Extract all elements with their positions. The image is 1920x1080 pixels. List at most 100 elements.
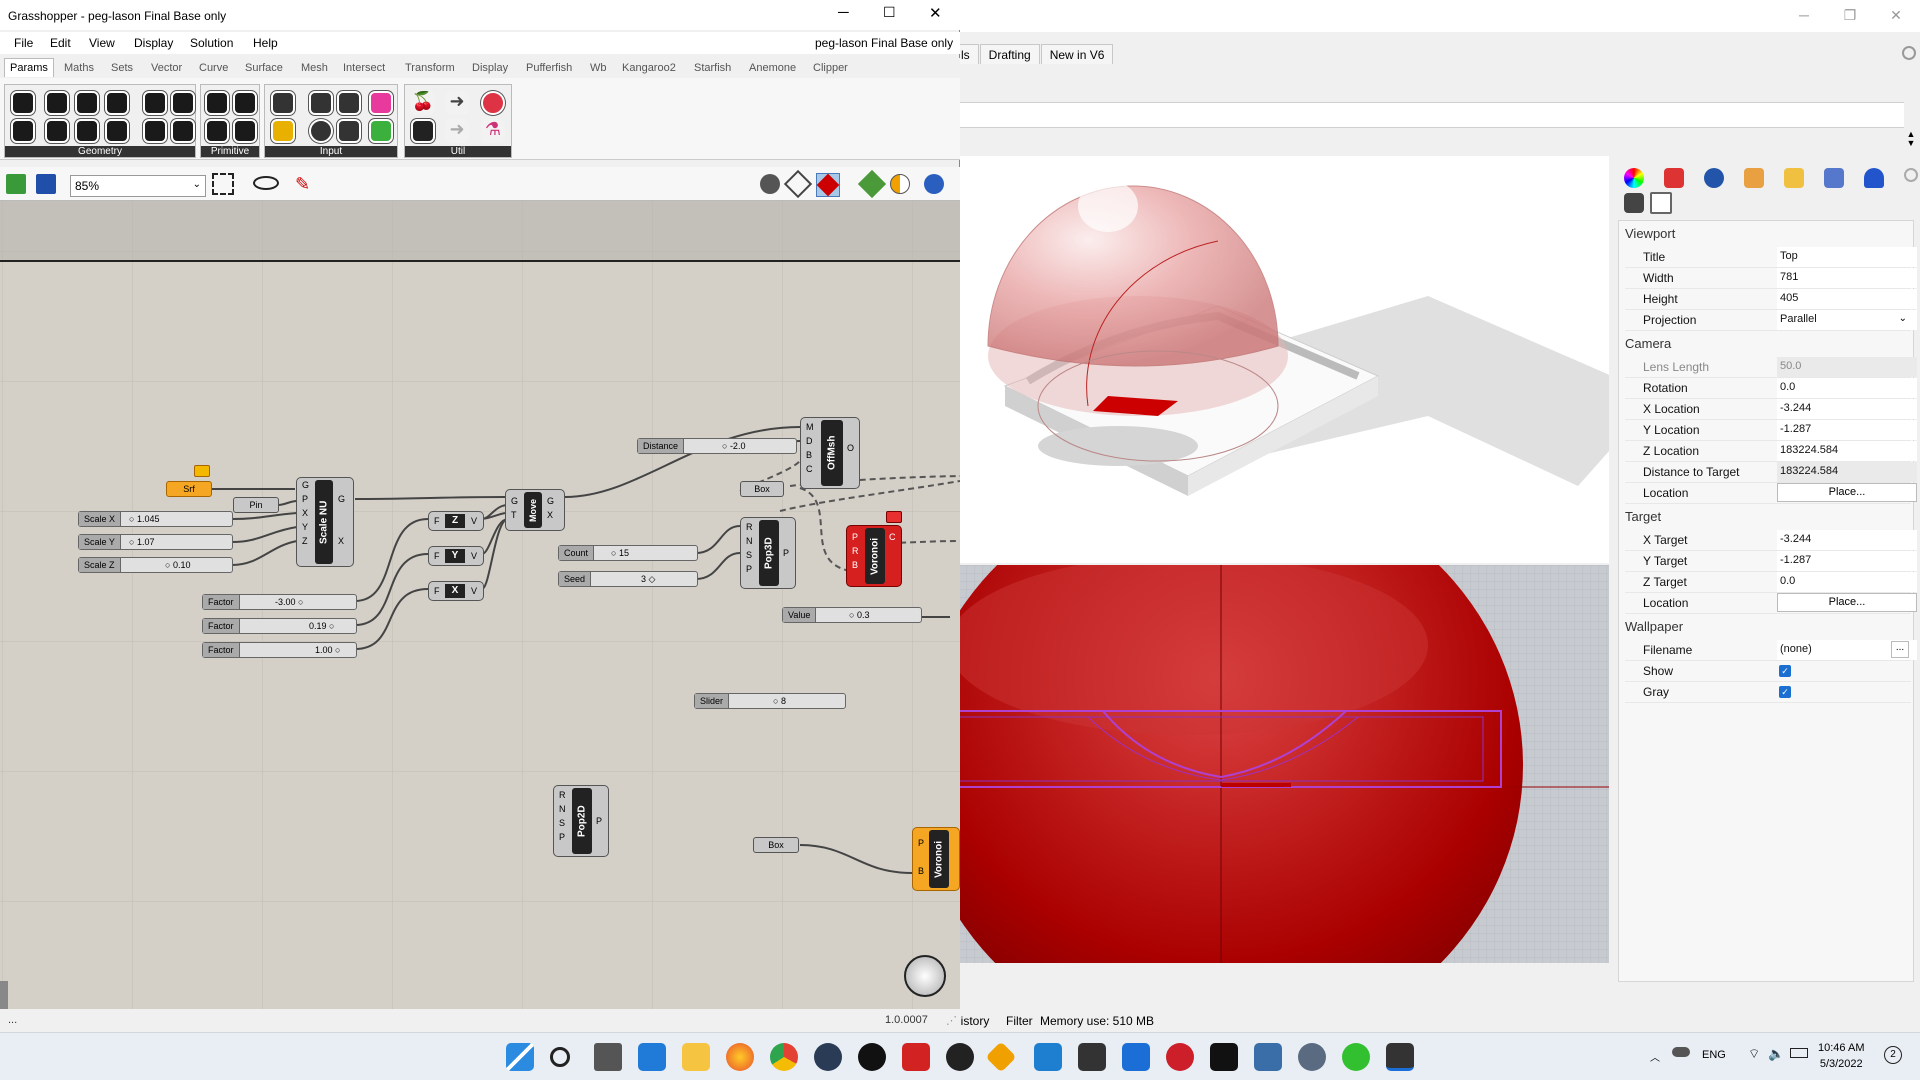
tab-clipper[interactable]: Clipper [813, 62, 848, 74]
zoom-extents-icon[interactable] [212, 173, 234, 195]
menu-help[interactable]: Help [253, 36, 278, 50]
browse-button[interactable]: ... [1891, 641, 1909, 658]
unreal-engine-icon[interactable] [858, 1043, 886, 1071]
bake-icon[interactable] [857, 169, 887, 199]
history-status[interactable]: listory [958, 1014, 989, 1028]
material-preview-icon[interactable] [890, 174, 910, 194]
wifi-icon[interactable]: ⌔ [1748, 1046, 1760, 1062]
shaded-toggle[interactable] [816, 173, 840, 197]
title-field[interactable]: Top [1777, 247, 1917, 267]
tab-transform[interactable]: Transform [405, 62, 455, 74]
gear-icon[interactable] [1902, 46, 1916, 60]
tab-pufferfish[interactable]: Pufferfish [526, 62, 572, 74]
toggle-input-icon[interactable] [309, 91, 333, 115]
box-param-icon[interactable] [105, 91, 129, 115]
tab-drafting[interactable]: Drafting [979, 44, 1040, 64]
tab-vector[interactable]: Vector [151, 62, 182, 74]
menu-view[interactable]: View [89, 36, 115, 50]
camera-place-button[interactable]: Place... [1777, 483, 1917, 502]
surface-param-icon[interactable] [105, 119, 129, 143]
settings-app-icon[interactable] [1298, 1043, 1326, 1071]
vscode-icon[interactable] [1034, 1043, 1062, 1071]
unit-z-component[interactable]: FZV [428, 511, 484, 531]
gh-canvas[interactable]: Srf Pin Scale X ○ 1.045 Scale Y ○ 1.07 Sca… [0, 201, 960, 1009]
tab-mesh[interactable]: Mesh [301, 62, 328, 74]
start-button[interactable] [506, 1043, 534, 1071]
app-green-icon[interactable] [1342, 1043, 1370, 1071]
boolean-param-icon[interactable] [205, 91, 229, 115]
menu-edit[interactable]: Edit [50, 36, 71, 50]
menu-display[interactable]: Display [134, 36, 173, 50]
cherry-icon[interactable]: 🍒 [411, 91, 435, 115]
volume-icon[interactable]: 🔈 [1768, 1046, 1784, 1062]
mesh-param-icon[interactable] [171, 91, 195, 115]
scale-nu-component[interactable]: GPXYZ Scale NU GX [296, 477, 354, 567]
minimize-button[interactable]: ─ [838, 4, 849, 21]
tab-starfish[interactable]: Starfish [694, 62, 731, 74]
voronoi-component[interactable]: PRB Voronoi C [846, 525, 902, 587]
app-icon[interactable] [814, 1043, 842, 1071]
file-explorer-icon[interactable] [682, 1043, 710, 1071]
tab-sets[interactable]: Sets [111, 62, 133, 74]
tab-surface[interactable]: Surface [245, 62, 283, 74]
folder-icon[interactable] [1784, 168, 1804, 188]
move-component[interactable]: GT Move GX [505, 489, 565, 531]
factor-slider-2[interactable]: Factor 0.19 ○ [202, 618, 357, 634]
box-param-2[interactable]: Box [753, 837, 799, 853]
close-button[interactable]: ✕ [1873, 0, 1919, 32]
graph-input-icon[interactable] [271, 119, 295, 143]
util-label[interactable]: Util [405, 146, 511, 157]
tab-new-in-v6[interactable]: New in V6 [1040, 44, 1114, 64]
paint-icon[interactable] [1744, 168, 1764, 188]
notification-icon[interactable] [1864, 168, 1884, 188]
line-param-icon[interactable] [11, 119, 35, 143]
tree-icon[interactable] [411, 119, 435, 143]
grasshopper-taskbar-icon[interactable] [1386, 1043, 1414, 1071]
globe-icon[interactable] [924, 174, 944, 194]
zoom-dropdown[interactable]: 85% ⌄ [70, 175, 206, 197]
tab-anemone[interactable]: Anemone [749, 62, 796, 74]
scale-z-slider[interactable]: Scale Z ○ 0.10 [78, 557, 233, 573]
show-checkbox[interactable]: ✓ [1779, 665, 1791, 677]
search-icon[interactable] [550, 1047, 570, 1067]
chevron-down-icon[interactable]: ⌄ [1899, 313, 1907, 324]
list-input-icon[interactable] [337, 119, 361, 143]
tab-display[interactable]: Display [472, 62, 508, 74]
unit-y-component[interactable]: FYV [428, 546, 484, 566]
plane-param-icon[interactable] [75, 119, 99, 143]
resize-grip-icon[interactable]: ⋰ [946, 1014, 957, 1027]
field-param-icon[interactable] [171, 119, 195, 143]
menu-file[interactable]: File [14, 36, 33, 50]
factor-slider-1[interactable]: Factor -3.00 ○ [202, 594, 357, 610]
srf-param[interactable]: Srf [166, 481, 212, 497]
cloud-icon[interactable] [1672, 1047, 1690, 1057]
arrow-right-icon[interactable]: ➜ [445, 91, 469, 115]
battery-icon[interactable] [1790, 1048, 1808, 1058]
slider-8[interactable]: Slider ○ 8 [694, 693, 846, 709]
sketch-icon[interactable]: ✎ [295, 174, 317, 196]
tab-partial[interactable]: ls [958, 44, 979, 64]
projection-select[interactable]: Parallel [1777, 310, 1917, 330]
color-icon[interactable] [1624, 168, 1644, 188]
close-button[interactable]: ✕ [929, 4, 942, 22]
settings-icon[interactable] [1904, 168, 1918, 182]
value-slider[interactable]: Value ○ 0.3 [782, 607, 922, 623]
text-param-icon[interactable] [233, 119, 257, 143]
rhino-icon[interactable] [1078, 1043, 1106, 1071]
tab-curve[interactable]: Curve [199, 62, 228, 74]
epic-games-icon[interactable] [1210, 1043, 1238, 1071]
brep-param-icon[interactable] [143, 91, 167, 115]
blender-icon[interactable] [946, 1043, 974, 1071]
button-input-icon[interactable] [271, 91, 295, 115]
open-file-icon[interactable] [6, 174, 26, 194]
box-param-1[interactable]: Box [740, 481, 784, 497]
top-viewport[interactable] [958, 565, 1609, 963]
circle-param-icon[interactable] [45, 91, 69, 115]
flask-icon[interactable]: ⚗ [481, 119, 505, 143]
geometry-label[interactable]: Geometry [5, 146, 195, 157]
width-field[interactable]: 781 [1777, 268, 1917, 288]
slider-input-icon[interactable] [337, 91, 361, 115]
primitive-label[interactable]: Primitive [201, 146, 259, 157]
factor-slider-3[interactable]: Factor 1.00 ○ [202, 642, 357, 658]
offmsh-component[interactable]: MDBC OffMsh O [800, 417, 860, 489]
